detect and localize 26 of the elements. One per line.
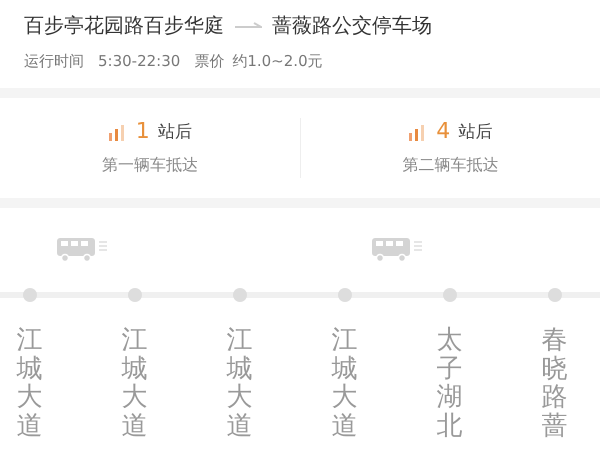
stop-name[interactable]: 江城大道 (332, 326, 358, 440)
hours-value: 5:30-22:30 (98, 52, 180, 71)
stop-dot (338, 288, 352, 302)
arrival-caption: 第一辆车抵达 (102, 155, 198, 176)
bus-icon (54, 236, 108, 264)
stop-dot (128, 288, 142, 302)
stop-dot (22, 288, 36, 302)
stop-dot (442, 288, 456, 302)
stop-name[interactable]: 春晓路蔷 (542, 326, 568, 440)
stop-name[interactable]: 太子湖北 (436, 326, 462, 440)
stop-dot (232, 288, 246, 302)
fare-label: 票价 (194, 52, 224, 71)
stops-away-label: 站后 (158, 121, 192, 143)
hours-label: 运行时间 (24, 52, 84, 71)
stop-dot (548, 288, 562, 302)
stop-name[interactable]: 江城大道 (16, 326, 42, 440)
origin-stop: 百步亭花园路百步华庭 (24, 12, 224, 38)
stop-count: 1 (136, 121, 150, 143)
bus-icon (370, 236, 424, 264)
destination-stop: 蔷薇路公交停车场 (272, 12, 432, 38)
fare-value: 约1.0~2.0元 (232, 52, 323, 71)
stop-name[interactable]: 江城大道 (122, 326, 148, 440)
stop-count: 4 (436, 121, 450, 143)
arrival-caption: 第二辆车抵达 (402, 155, 498, 176)
stop-name[interactable]: 江城大道 (226, 326, 252, 440)
stops-away-label: 站后 (458, 121, 492, 143)
